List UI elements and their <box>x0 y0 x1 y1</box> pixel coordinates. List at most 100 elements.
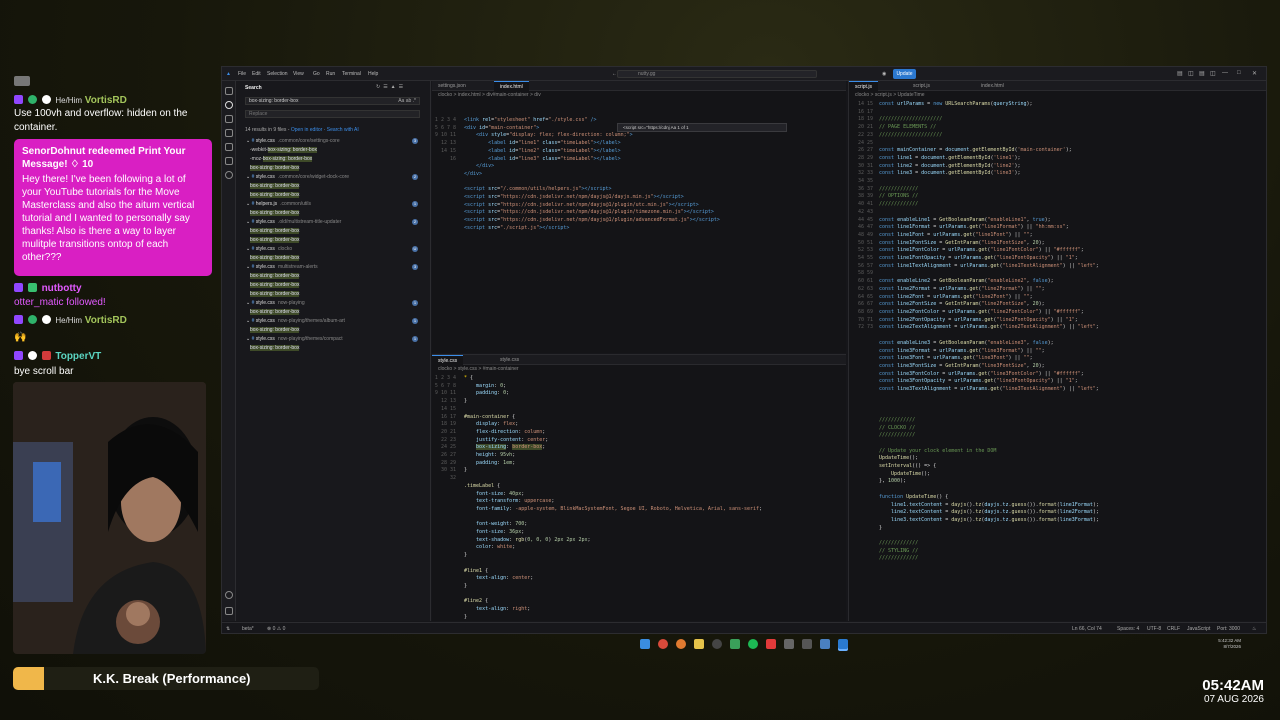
search-result-match[interactable]: box-sizing: border-box <box>250 182 428 190</box>
search-result-match[interactable]: -webkit-box-sizing: border-box <box>250 146 428 154</box>
search-result-file[interactable]: ⌄ # style.css .old/multistream-title-upda… <box>246 218 424 226</box>
spotify-icon[interactable] <box>748 639 758 649</box>
chat-icon[interactable] <box>225 171 233 179</box>
search-result-match[interactable]: box-sizing: border-box <box>250 308 428 316</box>
layout-icon[interactable]: ▤ <box>1177 70 1183 77</box>
menu-view[interactable]: View <box>293 71 304 77</box>
menu-go[interactable]: Go <box>313 71 320 77</box>
run-debug-icon[interactable] <box>225 129 233 137</box>
match-prefix: -moz- <box>250 156 263 162</box>
chat-username[interactable]: VortisRD <box>85 315 127 326</box>
panel-toggle-icon[interactable]: ▤ <box>1199 70 1205 77</box>
chat-username[interactable]: nutbotty <box>42 283 82 294</box>
extensions-icon[interactable] <box>225 143 233 151</box>
system-clock[interactable]: 5:42:32 AM 8/7/2026 <box>1218 638 1241 650</box>
search-result-match[interactable]: box-sizing: border-box <box>250 236 428 244</box>
tab-index-html[interactable]: index.html <box>494 81 529 91</box>
copilot-icon[interactable]: ◉ <box>882 71 886 77</box>
command-center[interactable]: nutty.gg <box>617 70 817 78</box>
remote-icon[interactable] <box>225 157 233 165</box>
search-result-match[interactable]: box-sizing: border-box <box>250 164 428 172</box>
search-ai-link[interactable]: Search with AI <box>327 127 359 133</box>
search-result-file[interactable]: ⌄ # style.css now-playing/themes/compact 1 <box>246 335 424 343</box>
menu-edit[interactable]: Edit <box>252 71 261 77</box>
tab-style-css-2[interactable]: style.css <box>494 355 525 365</box>
indentation[interactable]: Spaces: 4 <box>1117 626 1139 632</box>
vscode-window: ▲ File Edit Selection View Go Run Termin… <box>221 66 1267 634</box>
search-result-file[interactable]: ⌄ # style.css multistream-alerts 3 <box>246 263 424 271</box>
tab-script-js-2[interactable]: script.js <box>907 81 936 91</box>
menu-file[interactable]: File <box>238 71 246 77</box>
chat-username[interactable]: TopperVT <box>55 351 101 362</box>
line-ending[interactable]: CRLF <box>1167 626 1180 632</box>
search-result-match[interactable]: box-sizing: border-box <box>250 272 428 280</box>
search-result-match[interactable]: box-sizing: border-box <box>250 191 428 199</box>
cursor-position[interactable]: Ln 66, Col 74 <box>1072 626 1102 632</box>
manage-gear-icon[interactable] <box>225 607 233 615</box>
search-result-file[interactable]: ⌄ # style.css .common/core/settings-core 3 <box>246 137 424 145</box>
search-result-file[interactable]: ⌄ # style.css .common/core/widget-dock-co… <box>246 173 424 181</box>
chrome-icon[interactable] <box>658 639 668 649</box>
search-result-file[interactable]: ⌄ # style.css now-playing 1 <box>246 299 424 307</box>
close-icon[interactable]: ✕ <box>1252 70 1257 77</box>
match-count: 1 <box>412 300 418 306</box>
search-result-match[interactable]: -moz-box-sizing: border-box <box>250 155 428 163</box>
open-in-editor-link[interactable]: Open in editor <box>291 127 322 133</box>
app-gray-icon[interactable] <box>784 639 794 649</box>
search-actions[interactable]: ↻☰▲☰ <box>376 84 406 90</box>
tab-index-html[interactable]: index.html <box>975 81 1010 91</box>
search-result-match[interactable]: box-sizing: border-box <box>250 326 428 334</box>
app-red-icon[interactable] <box>766 639 776 649</box>
file-path: .common/core/settings-core <box>277 138 340 144</box>
match-text: box-sizing: border-box <box>250 192 300 198</box>
app-icon[interactable] <box>730 639 740 649</box>
search-result-match[interactable]: box-sizing: border-box <box>250 227 428 235</box>
file-explorer-icon[interactable] <box>694 639 704 649</box>
search-result-match[interactable]: box-sizing: border-box <box>250 281 428 289</box>
update-button[interactable]: Update <box>893 69 916 79</box>
account-icon[interactable] <box>225 591 233 599</box>
problems-count[interactable]: ⊗ 0 ⚠ 0 <box>267 626 285 632</box>
tab-settings-json[interactable]: settings.json <box>432 81 472 91</box>
sidebar-toggle-icon[interactable]: ◫ <box>1188 70 1194 77</box>
obs-icon[interactable] <box>712 639 722 649</box>
replace-input[interactable]: Replace <box>245 110 420 118</box>
source-control-icon[interactable] <box>225 115 233 123</box>
maximize-icon[interactable]: □ <box>1237 70 1241 76</box>
menu-run[interactable]: Run <box>326 71 335 77</box>
search-input[interactable]: box-sizing: border-box Aa ab .* <box>245 97 420 105</box>
search-icon[interactable] <box>225 101 233 109</box>
secondary-sidebar-icon[interactable]: ◫ <box>1210 70 1216 77</box>
notifications-bell-icon[interactable]: ♨ <box>1252 626 1256 632</box>
search-result-match[interactable]: box-sizing: border-box <box>250 209 428 217</box>
tab-style-css[interactable]: style.css <box>432 355 464 365</box>
tab-script-js[interactable]: script.js <box>849 81 878 91</box>
app-blue-icon[interactable] <box>820 639 830 649</box>
menu-selection[interactable]: Selection <box>267 71 288 77</box>
windows-start-icon[interactable] <box>640 639 650 649</box>
app-icon[interactable] <box>802 639 812 649</box>
search-result-file[interactable]: ⌄ # style.css clocko U <box>246 245 424 253</box>
vscode-taskbar-icon[interactable] <box>838 639 848 649</box>
menu-help[interactable]: Help <box>368 71 378 77</box>
git-branch[interactable]: beta* <box>242 626 254 632</box>
search-result-match[interactable]: box-sizing: border-box <box>250 290 428 298</box>
minimize-icon[interactable]: — <box>1222 70 1228 76</box>
search-result-file[interactable]: ⌄ # style.css now-playing/themes/album-ar… <box>246 317 424 325</box>
encoding[interactable]: UTF-8 <box>1147 626 1161 632</box>
live-server-port[interactable]: Port: 3000 <box>1217 626 1240 632</box>
firefox-icon[interactable] <box>676 639 686 649</box>
search-result-match[interactable]: box-sizing: border-box <box>250 344 428 352</box>
explorer-icon[interactable] <box>225 87 233 95</box>
webcam-image <box>13 382 206 654</box>
chat-username[interactable]: VortisRD <box>85 95 127 106</box>
code-css[interactable]: * { margin: 0; padding: 0; } #main-conta… <box>464 375 762 621</box>
remote-icon[interactable]: ⇅ <box>226 626 230 632</box>
search-result-match[interactable]: box-sizing: border-box <box>250 254 428 262</box>
search-result-file[interactable]: ⌄ # helpers.js .common/utils 1 <box>246 200 424 208</box>
code-html[interactable]: <link rel="stylesheet" href="./style.css… <box>464 117 720 233</box>
menu-terminal[interactable]: Terminal <box>342 71 361 77</box>
language-mode[interactable]: JavaScript <box>1187 626 1210 632</box>
match-count: 1 <box>412 201 418 207</box>
code-js[interactable]: const urlParams = new URLSearchParams(qu… <box>879 101 1099 563</box>
